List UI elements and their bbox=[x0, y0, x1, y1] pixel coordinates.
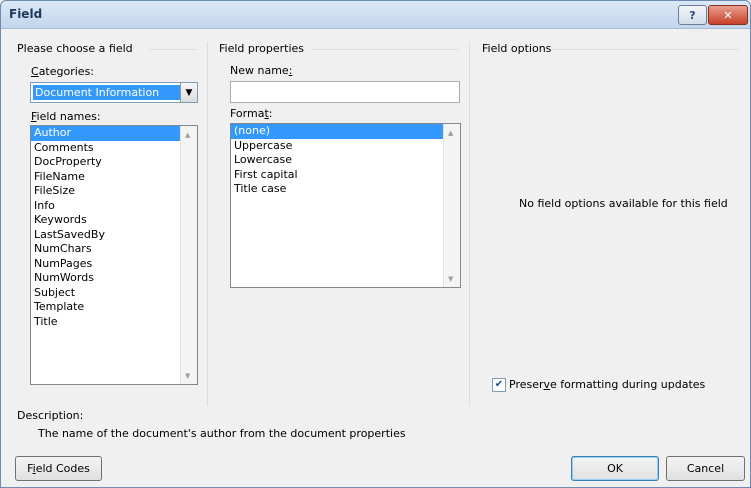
scroll-down-icon[interactable]: ▼ bbox=[448, 275, 453, 283]
list-item[interactable]: Info bbox=[31, 199, 197, 214]
dialog-title: Field bbox=[9, 7, 43, 21]
no-options-message: No field options available for this fiel… bbox=[519, 197, 728, 210]
list-item[interactable]: NumChars bbox=[31, 242, 197, 257]
field-names-scrollbar[interactable]: ▲ ▼ bbox=[180, 126, 197, 384]
field-dialog: Field ? ✕ Please choose a field Categori… bbox=[0, 0, 751, 488]
field-properties-heading: Field properties bbox=[219, 42, 305, 55]
list-item[interactable]: NumWords bbox=[31, 271, 197, 286]
scroll-up-icon[interactable]: ▲ bbox=[185, 131, 190, 139]
list-item[interactable]: Title case bbox=[231, 182, 460, 197]
categories-label: Categories: bbox=[31, 65, 95, 78]
list-item[interactable]: DocProperty bbox=[31, 155, 197, 170]
list-item[interactable]: Comments bbox=[31, 141, 197, 156]
categories-selected-value: Document Information bbox=[33, 85, 180, 100]
divider bbox=[469, 42, 470, 406]
chevron-down-icon[interactable]: ▼ bbox=[180, 83, 197, 102]
list-item[interactable]: Keywords bbox=[31, 213, 197, 228]
divider bbox=[551, 49, 739, 50]
title-bar: Field ? ✕ bbox=[1, 1, 750, 29]
checkmark-icon: ✔ bbox=[494, 379, 504, 390]
list-item[interactable]: LastSavedBy bbox=[31, 228, 197, 243]
cancel-button[interactable]: Cancel bbox=[666, 456, 745, 481]
list-item[interactable]: Author bbox=[31, 126, 197, 141]
new-name-input[interactable] bbox=[230, 81, 460, 103]
list-item[interactable]: FileName bbox=[31, 170, 197, 185]
list-item[interactable]: First capital bbox=[231, 168, 460, 183]
field-names-label: Field names: bbox=[31, 110, 101, 123]
list-item[interactable]: Uppercase bbox=[231, 139, 460, 154]
divider bbox=[149, 49, 197, 50]
close-button[interactable]: ✕ bbox=[708, 5, 748, 25]
preserve-formatting-checkbox[interactable]: ✔ bbox=[492, 378, 506, 392]
format-list[interactable]: (none) Uppercase Lowercase First capital Tit… bbox=[230, 123, 461, 288]
choose-field-heading: Please choose a field bbox=[17, 42, 133, 55]
list-item[interactable]: (none) bbox=[231, 124, 460, 139]
ok-button[interactable]: OK bbox=[571, 456, 659, 481]
field-options-heading: Field options bbox=[482, 42, 552, 55]
help-button[interactable]: ? bbox=[678, 5, 707, 25]
new-name-label: New name: bbox=[230, 64, 293, 77]
scroll-up-icon[interactable]: ▲ bbox=[448, 129, 453, 137]
help-icon: ? bbox=[689, 8, 696, 22]
divider bbox=[313, 49, 458, 50]
list-item[interactable]: FileSize bbox=[31, 184, 197, 199]
field-codes-button[interactable]: Field Codes bbox=[15, 456, 102, 481]
list-item[interactable]: Lowercase bbox=[231, 153, 460, 168]
description-label: Description: bbox=[17, 409, 84, 422]
ok-label: OK bbox=[607, 462, 623, 475]
list-item[interactable]: Subject bbox=[31, 286, 197, 301]
close-icon: ✕ bbox=[723, 8, 733, 22]
categories-dropdown[interactable]: Document Information ▼ bbox=[30, 82, 198, 103]
preserve-formatting-label[interactable]: Preserve formatting during updates bbox=[509, 378, 705, 391]
list-item[interactable]: NumPages bbox=[31, 257, 197, 272]
field-codes-label: Field Codes bbox=[27, 462, 90, 475]
scroll-down-icon[interactable]: ▼ bbox=[185, 372, 190, 380]
format-label: Format: bbox=[230, 107, 273, 120]
divider bbox=[207, 42, 208, 406]
list-item[interactable]: Title bbox=[31, 315, 197, 330]
description-text: The name of the document's author from t… bbox=[38, 427, 406, 440]
format-scrollbar[interactable]: ▲ ▼ bbox=[443, 124, 460, 287]
list-item[interactable]: Template bbox=[31, 300, 197, 315]
field-names-list[interactable]: Author Comments DocProperty FileName FileSiz… bbox=[30, 125, 198, 385]
cancel-label: Cancel bbox=[686, 462, 725, 475]
